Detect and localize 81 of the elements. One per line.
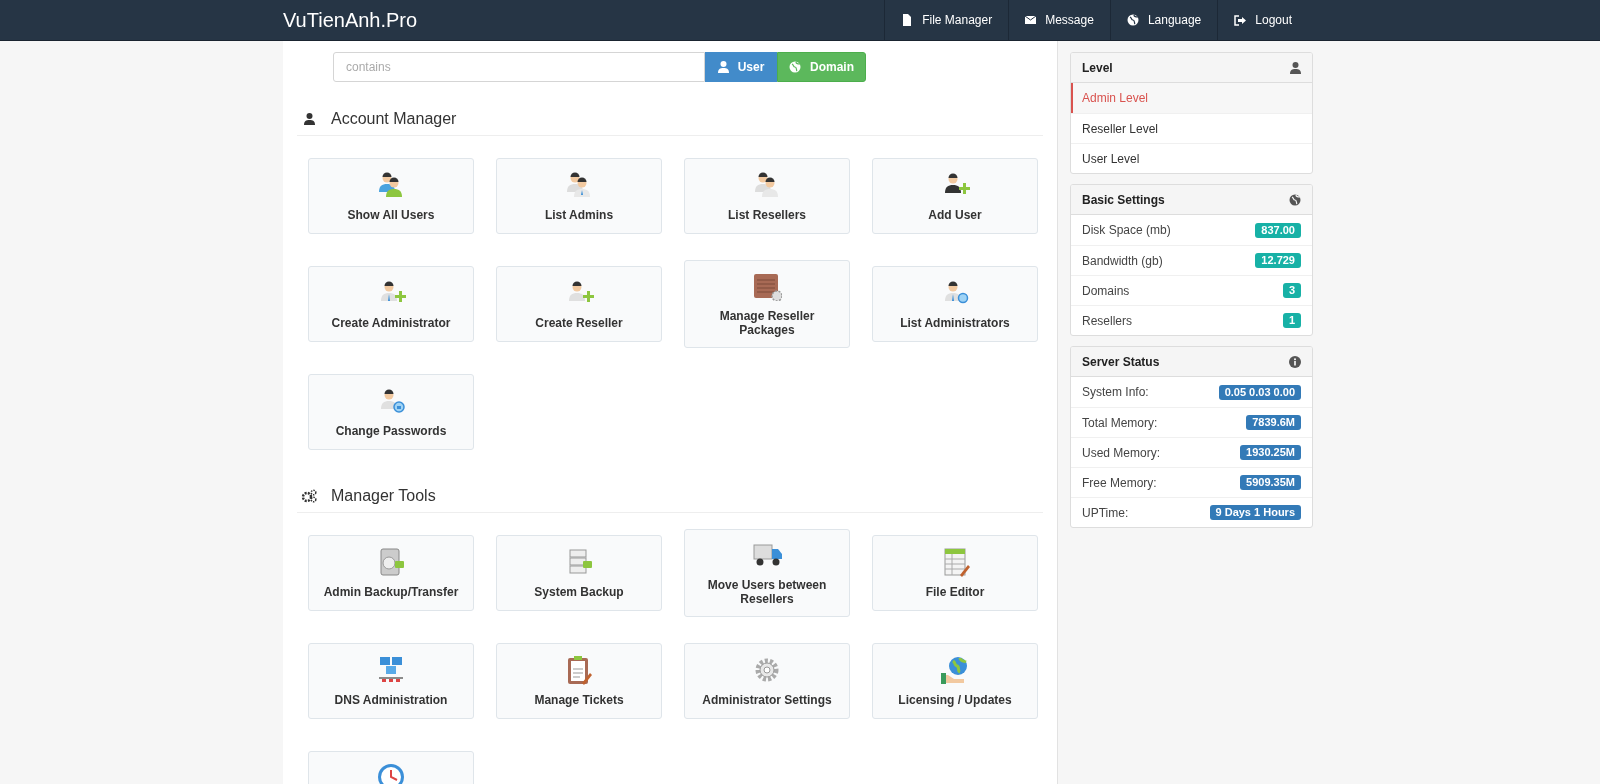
tile-card[interactable]: File Editor [872, 535, 1038, 611]
tile-label: Manage Tickets [534, 693, 624, 707]
level-item[interactable]: Reseller Level [1071, 113, 1312, 143]
stat-label: Bandwidth (gb) [1082, 252, 1163, 270]
clock-icon [376, 762, 406, 784]
tile-card[interactable]: Admin Backup/Transfer [308, 535, 474, 611]
tile-label: Move Users between Resellers [706, 578, 828, 606]
section-title: Account Manager [331, 109, 457, 129]
message-link[interactable]: Message [1008, 0, 1110, 40]
tile-card[interactable]: Manage Reseller Packages [684, 260, 850, 348]
user-search-button[interactable]: User [705, 52, 777, 82]
tile-card[interactable]: Create Administrator [308, 266, 474, 342]
stat-value: 5909.35M [1240, 475, 1301, 490]
document-icon [901, 14, 914, 26]
tile-label: Admin Backup/Transfer [323, 585, 459, 599]
tile-label: Create Reseller [535, 316, 623, 330]
tile-label: Show All Users [347, 208, 435, 222]
section-title: Manager Tools [331, 486, 436, 506]
tile-card[interactable]: System Backup [496, 535, 662, 611]
level-item[interactable]: User Level [1071, 143, 1312, 173]
stat-value: 1 [1282, 313, 1301, 328]
file-manager-link[interactable]: File Manager [884, 0, 1009, 40]
tile-label: Change Passwords [335, 424, 447, 438]
panel-title: Level [1082, 59, 1113, 77]
tile-card[interactable]: Create Reseller [496, 266, 662, 342]
stat-label: Domains [1082, 282, 1130, 300]
tile-label: Create Administrator [331, 316, 451, 330]
tile-label: Administrator Settings [702, 693, 832, 707]
user-icon [1290, 61, 1301, 74]
box-icon [752, 271, 782, 301]
globe-icon [1126, 14, 1139, 26]
tile-card[interactable]: List Admins [496, 158, 662, 234]
tile-card[interactable]: Administrator Settings [684, 643, 850, 719]
stat-label: Resellers [1082, 312, 1132, 330]
tile-card[interactable]: DNS Administration [308, 643, 474, 719]
panel-title: Basic Settings [1082, 191, 1165, 209]
globe-hand-icon [940, 655, 970, 685]
user-icon [303, 113, 315, 125]
stat-label: System Info: [1082, 384, 1149, 401]
stat-label: Disk Space (mb) [1082, 222, 1171, 239]
tile-label: Manage Reseller Packages [718, 309, 816, 337]
level-item[interactable]: Admin Level [1071, 83, 1312, 113]
tile-label: System Backup [534, 585, 624, 599]
tile-label: List Resellers [727, 208, 806, 222]
tile-card[interactable]: List Resellers [684, 158, 850, 234]
stat-label: Used Memory: [1082, 444, 1161, 462]
stat-label: Free Memory: [1082, 474, 1157, 492]
tile-card[interactable]: List Administrators [872, 266, 1038, 342]
envelope-icon [1025, 16, 1037, 24]
user-icon [717, 61, 729, 73]
tile-label: Licensing / Updates [898, 693, 1012, 707]
stat-value: 12.729 [1255, 253, 1301, 268]
stat-value: 1930.25M [1240, 445, 1301, 460]
globe-icon [789, 61, 801, 73]
language-link[interactable]: Language [1109, 0, 1218, 40]
logout-link[interactable]: Logout [1217, 0, 1318, 40]
stat-value: 3 [1282, 283, 1301, 298]
stat-value: 9 Days 1 Hours [1209, 505, 1301, 520]
tile-card[interactable]: Manage Tickets [496, 643, 662, 719]
tile-card[interactable]: Move Users between Resellers [684, 529, 850, 617]
stat-label: Total Memory: [1082, 414, 1158, 432]
network-icon [376, 655, 406, 685]
tile-label: Add User [928, 208, 982, 222]
stat-value: 0.05 0.03 0.00 [1218, 384, 1301, 400]
tile-label: List Administrators [900, 316, 1010, 330]
search-field[interactable]: contains [333, 52, 705, 82]
tile-card[interactable]: Change Passwords [308, 374, 474, 450]
stat-value: 837.00 [1255, 222, 1301, 238]
panel-title: Server Status [1082, 353, 1160, 371]
tile-card[interactable]: Licensing / Updates [872, 643, 1038, 719]
stat-label: UPTime: [1082, 504, 1129, 522]
tile-card[interactable]: Add User [872, 158, 1038, 234]
info-icon [1289, 355, 1301, 368]
tile-label: DNS Administration [334, 693, 448, 707]
stat-value: 7839.6M [1246, 415, 1301, 430]
globe-icon [1289, 193, 1301, 206]
tile-label: List Admins [544, 208, 614, 222]
tile-card[interactable]: Show All Users [308, 158, 474, 234]
exit-icon [1234, 14, 1247, 26]
brand-title[interactable]: VuTienAnh.Pro [283, 5, 885, 35]
tile-label: File Editor [925, 585, 985, 599]
